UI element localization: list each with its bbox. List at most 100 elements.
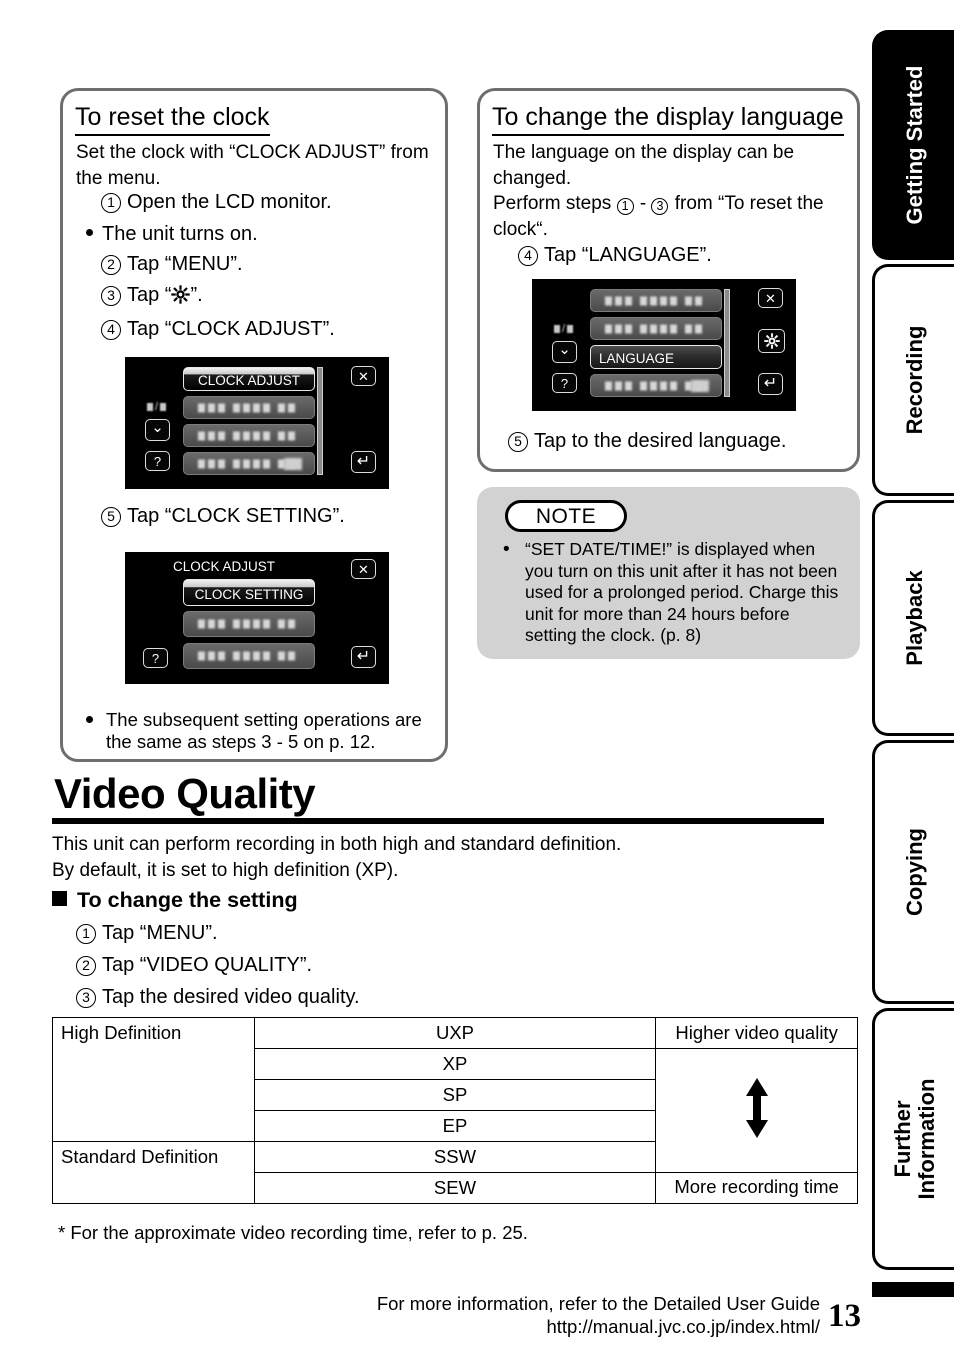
left-step-3-suffix: ”. [190, 284, 203, 306]
lcd-scrollbar[interactable] [724, 289, 730, 397]
step-number-1: 1 [616, 198, 634, 215]
step-number-4: 4 [518, 246, 538, 266]
right-panel-intro-2: Perform steps 1 - 3 from “To reset the c… [493, 193, 824, 240]
lcd-down-button[interactable]: ⌄ [552, 341, 577, 363]
heading-rule [52, 818, 824, 824]
step-number-1: 1 [76, 924, 96, 944]
video-quality-subheading: To change the setting [52, 888, 298, 913]
lcd-back-button[interactable]: ↵ [758, 373, 783, 395]
step-number-3: 3 [651, 198, 669, 215]
right-panel-intro-1: The language on the display can be chang… [493, 142, 795, 189]
video-quality-intro-2: By default, it is set to high definition… [52, 860, 399, 881]
table-footnote: * For the approximate video recording ti… [58, 1222, 528, 1243]
lcd-row-clock-setting[interactable]: CLOCK SETTING [183, 579, 315, 606]
footer: For more information, refer to the Detai… [340, 1292, 820, 1338]
blurred-label [198, 459, 295, 468]
to-change-display-language-panel: To change the display language The langu… [477, 88, 860, 472]
left-panel-intro: Set the clock with “CLOCK ADJUST” from t… [76, 142, 429, 189]
lcd-screenshot-language: LANGUAGE / ⌄ ? ✕ ↵ [532, 279, 796, 411]
left-step-5-text: Tap “CLOCK SETTING”. [127, 505, 345, 527]
lcd-back-button[interactable]: ↵ [351, 451, 376, 473]
blurred-chip [691, 379, 709, 392]
right-step-5: 5 Tap to the desired language. [508, 429, 786, 453]
step-number-3: 3 [76, 988, 96, 1008]
sidebar-item-further-information[interactable]: Further Information [872, 1008, 954, 1270]
tab-label: Further Information [889, 1078, 939, 1200]
lcd-row-blurred-1[interactable] [183, 396, 315, 419]
tab-label: Getting Started [901, 65, 927, 225]
lcd-row-blurred-3[interactable] [590, 374, 722, 397]
lcd-screenshot-clock-setting: CLOCK ADJUST CLOCK SETTING ? ✕ ↵ [125, 552, 389, 684]
lcd-page-indicator: / [147, 401, 167, 413]
step-number-5: 5 [508, 432, 528, 452]
blurred-label [198, 619, 295, 629]
left-panel-title: To reset the clock [75, 103, 270, 139]
bullet-dot-icon [86, 229, 93, 236]
step-number-4: 4 [101, 320, 121, 340]
up-down-arrow-icon [744, 1077, 770, 1144]
left-step-1-text: Open the LCD monitor. [127, 191, 332, 213]
sidebar-item-recording[interactable]: Recording [872, 264, 954, 496]
step-number-2: 2 [101, 255, 121, 275]
lcd-row-blurred-2[interactable] [183, 643, 315, 669]
right-step-4-text: Tap “LANGUAGE”. [544, 244, 712, 266]
lcd-row-blurred-3[interactable] [183, 452, 315, 475]
left-bullet-1: The unit turns on. [86, 222, 258, 246]
lcd-row-blurred-1[interactable] [183, 611, 315, 637]
footer-line-2: http://manual.jvc.co.jp/index.html/ [546, 1316, 820, 1337]
lcd-close-button[interactable]: ✕ [758, 288, 783, 308]
lcd-close-button[interactable]: ✕ [351, 366, 376, 386]
sidebar-item-copying[interactable]: Copying [872, 740, 954, 1004]
tab-strip-end-bar [872, 1282, 954, 1297]
vq-step-1-text: Tap “MENU”. [102, 922, 218, 944]
lcd-help-button[interactable]: ? [143, 648, 168, 668]
lcd-screen-title: CLOCK ADJUST [173, 559, 276, 574]
bullet-dot-icon: • [503, 539, 510, 560]
lcd-scrollbar[interactable] [317, 367, 323, 475]
lcd-row-language[interactable]: LANGUAGE [590, 345, 722, 369]
cell-mode-ssw: SSW [253, 1141, 657, 1173]
lcd-page-indicator: / [554, 323, 574, 335]
left-closing-bullet: The subsequent setting operations are th… [86, 709, 431, 753]
vq-step-3-text: Tap the desired video quality. [102, 986, 360, 1008]
step-number-1: 1 [101, 193, 121, 213]
sidebar-item-playback[interactable]: Playback [872, 500, 954, 736]
lcd-screenshot-clock-adjust: CLOCK ADJUST / ⌄ ? ✕ ↵ [125, 357, 389, 489]
left-step-2-text: Tap “MENU”. [127, 253, 243, 275]
vq-step-2-text: Tap “VIDEO QUALITY”. [102, 954, 313, 976]
lcd-back-button[interactable]: ↵ [351, 646, 376, 668]
lcd-help-button[interactable]: ? [145, 451, 170, 471]
left-step-4: 4 Tap “CLOCK ADJUST”. [101, 317, 335, 341]
note-text: “SET DATE/TIME!” is displayed when you t… [525, 539, 839, 645]
lcd-row-clock-adjust[interactable]: CLOCK ADJUST [183, 367, 315, 391]
left-step-2: 2 Tap “MENU”. [101, 252, 243, 276]
lcd-down-button[interactable]: ⌄ [145, 419, 170, 441]
lcd-close-button[interactable]: ✕ [351, 559, 376, 579]
right-step-5-text: Tap to the desired language. [534, 430, 787, 452]
blurred-chip [284, 457, 302, 470]
left-step-4-text: Tap “CLOCK ADJUST”. [127, 318, 335, 340]
table-row: High Definition UXP Higher video quality [52, 1017, 858, 1142]
to-reset-the-clock-panel: To reset the clock Set the clock with “C… [60, 88, 448, 762]
lcd-row-blurred-2[interactable] [183, 424, 315, 447]
blurred-label [198, 403, 295, 412]
left-step-3-prefix: Tap “ [127, 284, 172, 306]
cell-note-more-time: More recording time [655, 1172, 858, 1204]
left-bullet-1-text: The unit turns on. [102, 223, 258, 245]
lcd-gear-button[interactable] [758, 329, 785, 353]
sidebar-item-getting-started[interactable]: Getting Started [872, 30, 954, 260]
right-step-4: 4 Tap “LANGUAGE”. [518, 243, 712, 267]
tab-label: Playback [901, 570, 927, 666]
tab-label: Copying [901, 828, 927, 916]
right-panel-title: To change the display language [492, 103, 844, 139]
lcd-row-blurred-1[interactable] [590, 289, 722, 312]
blurred-label [605, 381, 702, 390]
page-title: Video Quality [54, 770, 316, 817]
lcd-row-blurred-2[interactable] [590, 317, 722, 340]
blurred-label [605, 296, 702, 305]
footer-line-1: For more information, refer to the Detai… [376, 1293, 820, 1314]
lcd-help-button[interactable]: ? [552, 373, 577, 393]
cell-mode-ep: EP [253, 1110, 657, 1142]
cell-mode-sp: SP [253, 1079, 657, 1111]
cell-definition-standard: Standard Definition [52, 1141, 255, 1204]
